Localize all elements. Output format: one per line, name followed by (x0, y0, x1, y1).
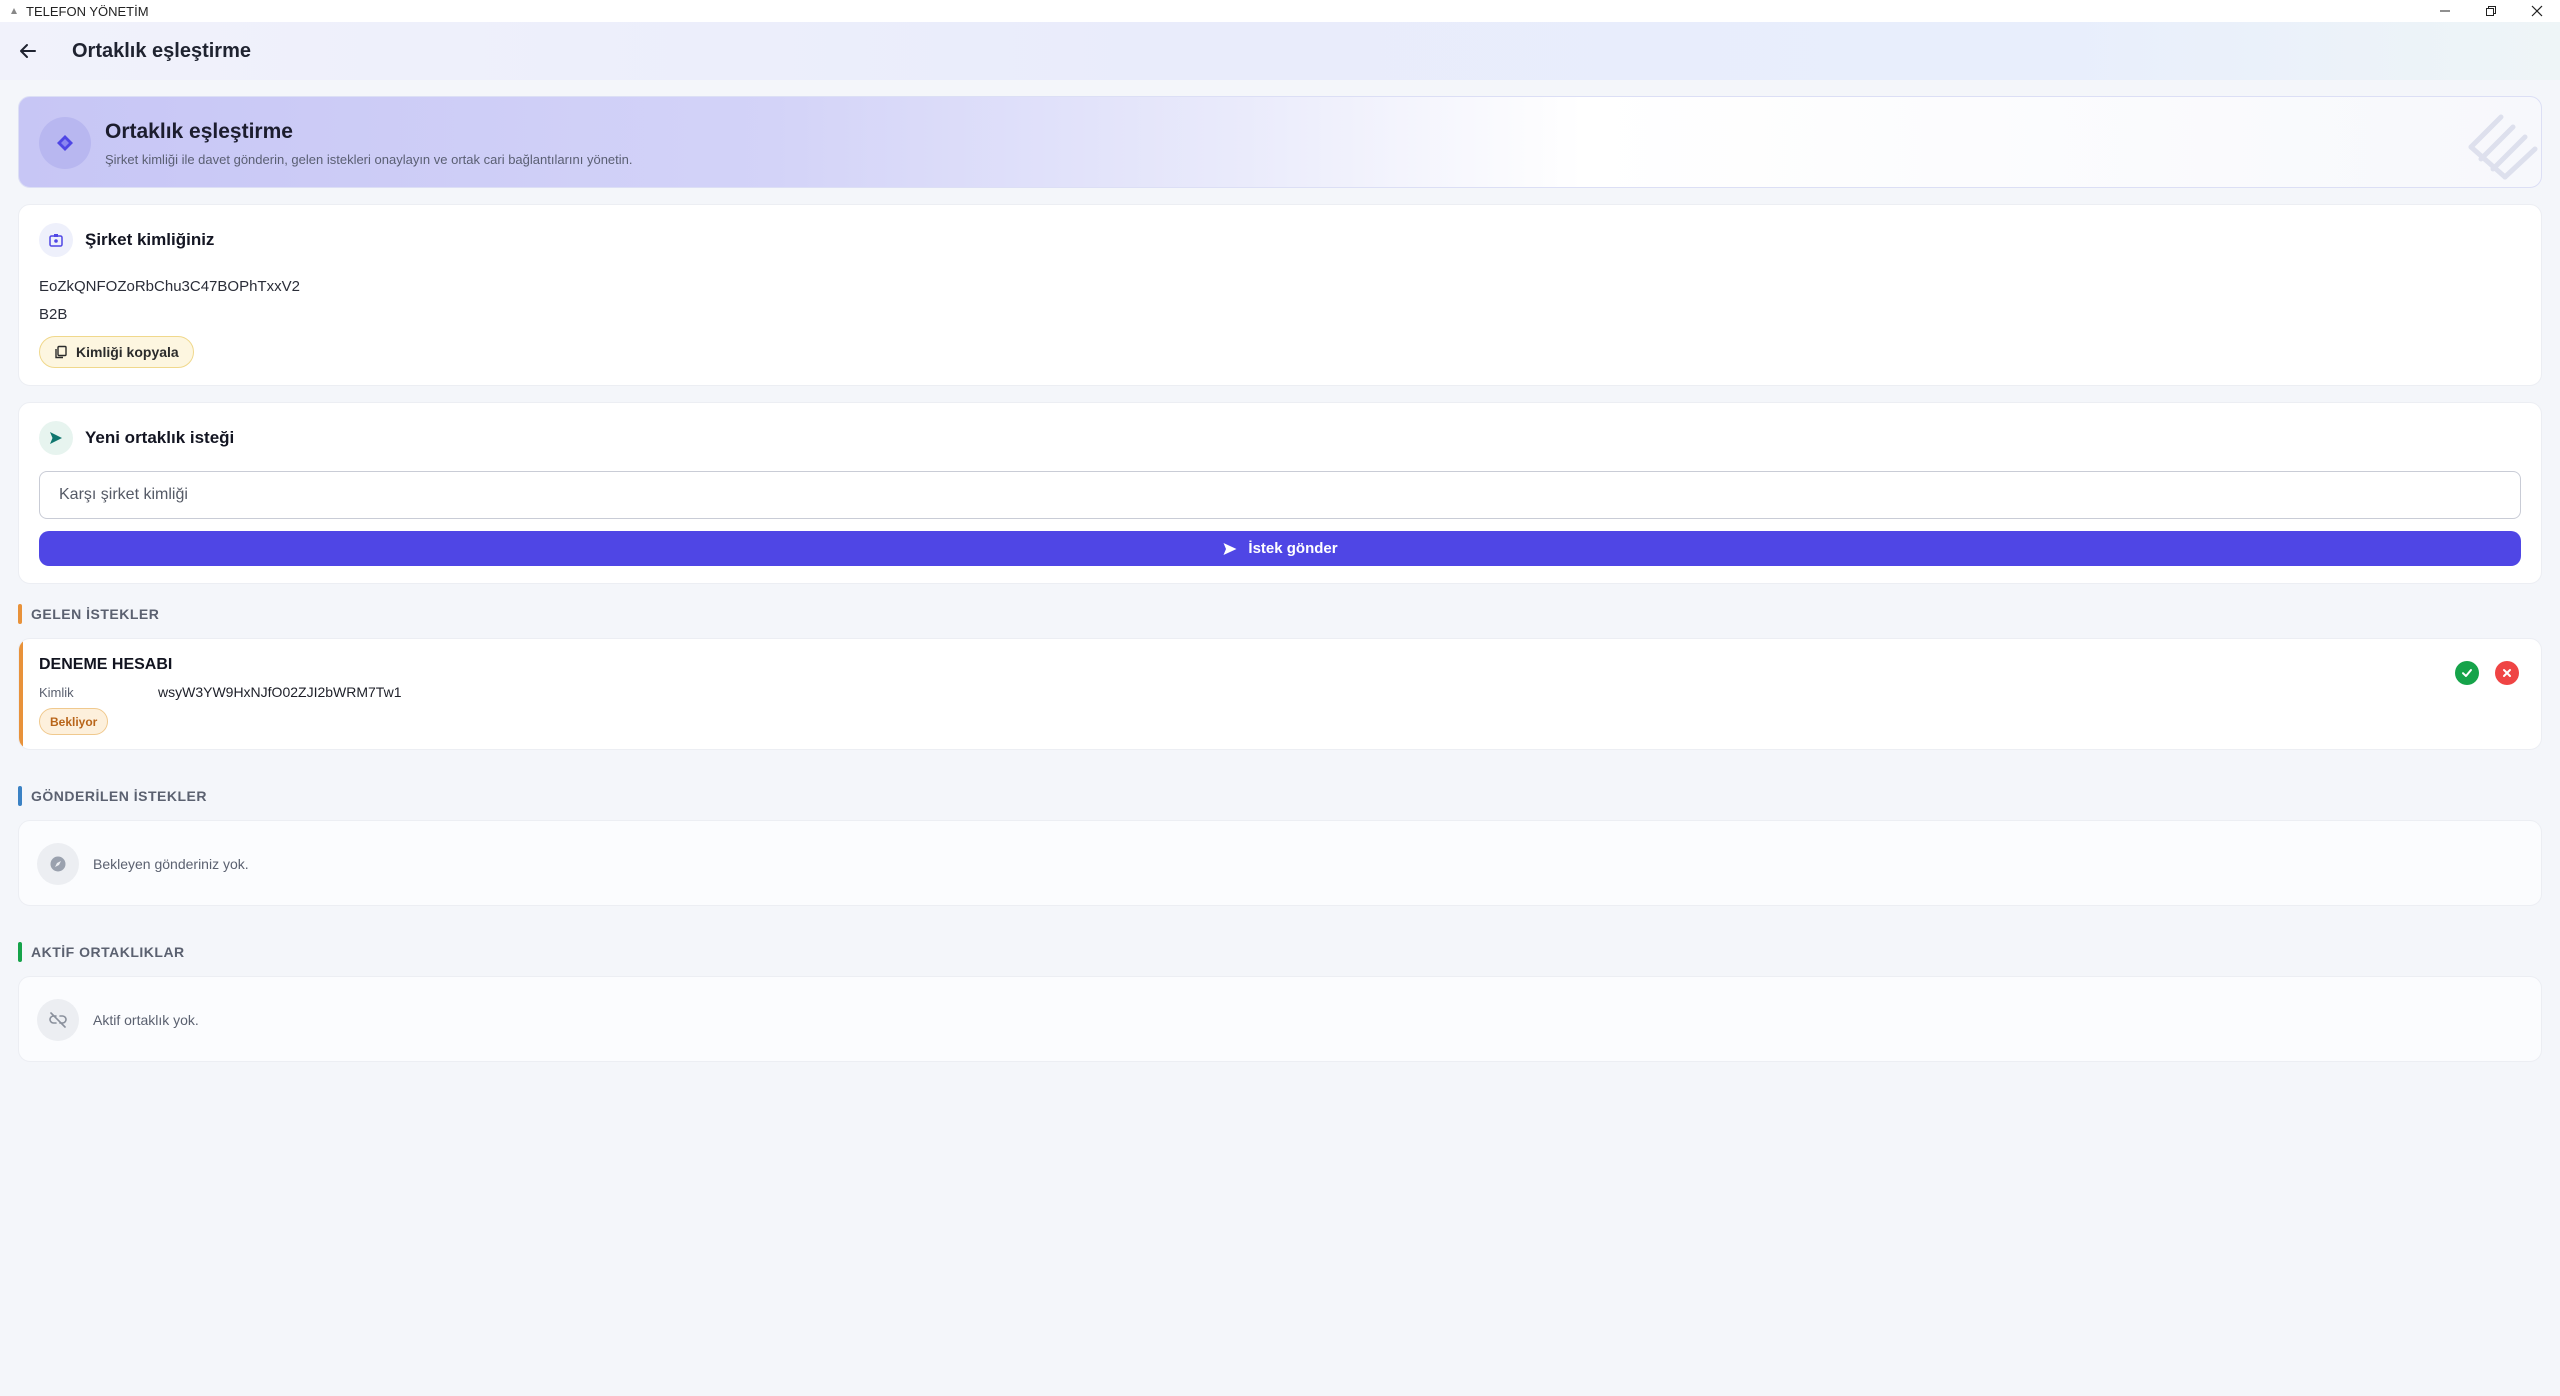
restore-icon (2486, 6, 2496, 16)
send-icon-wrap (39, 421, 73, 455)
app-logo-icon (6, 3, 22, 19)
hero-title: Ortaklık eşleştirme (105, 120, 293, 143)
badge-icon (49, 234, 63, 247)
active-empty-icon-wrap (37, 999, 79, 1041)
company-identity-card: Şirket kimliğiniz EoZkQNFOZoRbChu3C47BOP… (18, 204, 2542, 386)
identity-card-title: Şirket kimliğiniz (85, 230, 215, 249)
handshake-icon (57, 135, 73, 151)
new-request-title: Yeni ortaklık isteği (85, 428, 235, 447)
sent-empty-state: Bekleyen gönderiniz yok. (18, 820, 2542, 906)
company-id-value: EoZkQNFOZoRbChu3C47BOPhTxxV2 (39, 278, 300, 295)
send-request-label: İstek gönder (1248, 540, 1338, 557)
app-bar: Ortaklık eşleştirme (0, 22, 2560, 80)
close-icon (2531, 5, 2543, 17)
incoming-id-value: wsyW3YW9HxNJfO02ZJI2bWRM7Tw1 (158, 684, 402, 700)
handshake-watermark-icon (2468, 114, 2538, 180)
back-button[interactable] (8, 31, 48, 71)
check-circle-icon (2462, 669, 2472, 677)
active-section-header: AKTİF ORTAKLIKLAR (18, 942, 2542, 962)
main-content: Ortaklık eşleştirme Şirket kimliği ile d… (18, 96, 2542, 1062)
reject-request-button[interactable] (2495, 661, 2519, 685)
sent-empty-text: Bekleyen gönderiniz yok. (93, 856, 249, 872)
close-circle-icon (2503, 669, 2511, 677)
identity-icon-wrap (39, 223, 73, 257)
incoming-item-accent (19, 639, 23, 749)
send-request-button[interactable]: İstek gönder (39, 531, 2521, 566)
window-title: TELEFON YÖNETİM (26, 3, 149, 19)
sent-section-label: GÖNDERİLEN İSTEKLER (31, 788, 207, 804)
incoming-company-name: DENEME HESABI (39, 656, 173, 673)
status-badge: Bekliyor (39, 708, 109, 735)
accept-request-button[interactable] (2455, 661, 2479, 685)
incoming-section-label: GELEN İSTEKLER (31, 606, 160, 622)
sent-section-header: GÖNDERİLEN İSTEKLER (18, 786, 2542, 806)
incoming-request-item: DENEME HESABI Kimlik wsyW3YW9HxNJfO02ZJI… (18, 638, 2542, 750)
sent-accent-bar (18, 786, 22, 806)
incoming-accent-bar (18, 604, 22, 624)
restore-button[interactable] (2468, 0, 2514, 22)
send-icon (1223, 542, 1237, 555)
partner-company-id-input[interactable] (39, 471, 2521, 519)
incoming-id-label: Kimlik (39, 685, 74, 700)
minimize-icon (2440, 10, 2450, 12)
link-off-icon (49, 1012, 67, 1028)
hero-banner: Ortaklık eşleştirme Şirket kimliği ile d… (18, 96, 2542, 188)
new-request-header: Yeni ortaklık isteği (19, 403, 2541, 455)
active-empty-text: Aktif ortaklık yok. (93, 1012, 199, 1028)
incoming-section-header: GELEN İSTEKLER (18, 604, 2542, 624)
window-titlebar: TELEFON YÖNETİM (0, 0, 2560, 22)
hero-subtitle: Şirket kimliği ile davet gönderin, gelen… (105, 152, 633, 167)
active-empty-state: Aktif ortaklık yok. (18, 976, 2542, 1062)
copy-id-button[interactable]: Kimliği kopyala (39, 336, 194, 368)
new-request-card: Yeni ortaklık isteği İstek gönder (18, 402, 2542, 584)
page-title: Ortaklık eşleştirme (72, 39, 251, 62)
copy-icon (55, 345, 67, 359)
minimize-button[interactable] (2422, 0, 2468, 22)
copy-id-label: Kimliği kopyala (76, 344, 179, 360)
app-window: TELEFON YÖNETİM Ortaklık eşleştirme Orta… (0, 0, 2560, 1396)
hero-badge (39, 117, 91, 169)
arrow-left-icon (20, 44, 36, 58)
close-window-button[interactable] (2514, 0, 2560, 22)
compass-icon (50, 856, 66, 872)
window-controls (2422, 0, 2560, 22)
active-section-label: AKTİF ORTAKLIKLAR (31, 944, 185, 960)
sent-empty-icon-wrap (37, 843, 79, 885)
send-icon (50, 432, 62, 444)
identity-card-header: Şirket kimliğiniz (19, 205, 2541, 257)
company-type-value: B2B (39, 306, 68, 323)
active-accent-bar (18, 942, 22, 962)
